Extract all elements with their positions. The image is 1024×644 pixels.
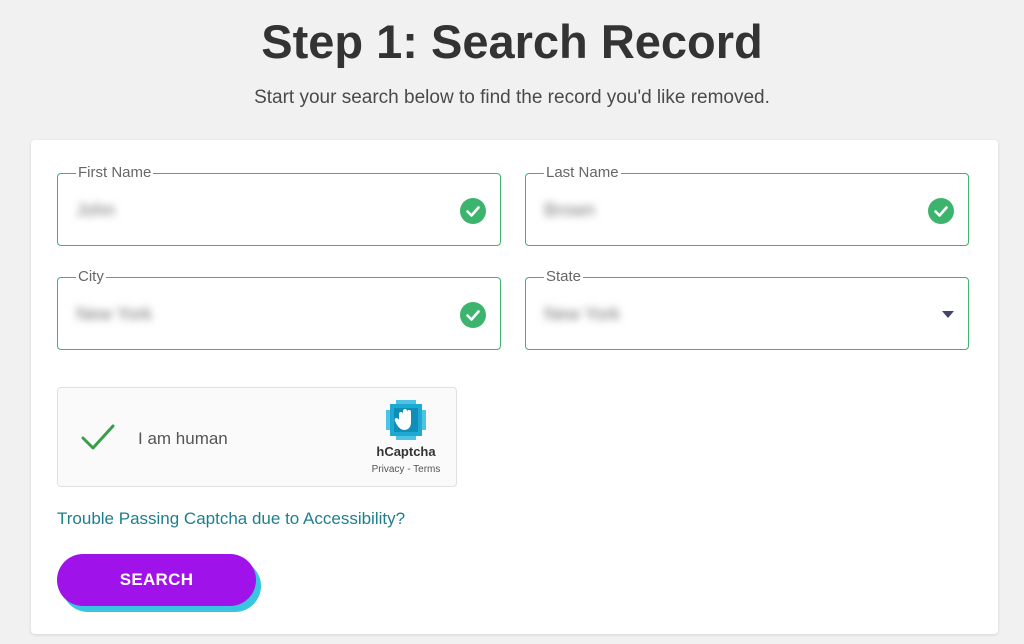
last-name-label: Last Name (544, 164, 621, 182)
check-circle-icon (928, 198, 954, 224)
checkmark-icon[interactable] (80, 422, 116, 457)
check-circle-icon (460, 198, 486, 224)
search-button[interactable]: SEARCH (57, 554, 256, 606)
city-label: City (76, 268, 106, 286)
caret-down-icon[interactable] (942, 311, 954, 318)
last-name-field[interactable]: Last Name Brown (525, 164, 969, 246)
city-value[interactable]: New York (76, 302, 152, 326)
first-name-field[interactable]: First Name John (57, 164, 501, 246)
state-select[interactable]: State New York (525, 268, 969, 350)
check-circle-icon (460, 302, 486, 328)
city-field[interactable]: City New York (57, 268, 501, 350)
state-value[interactable]: New York (544, 302, 620, 326)
page-subtitle: Start your search below to find the reco… (254, 87, 770, 108)
captcha-brand: hCaptcha (376, 444, 436, 459)
captcha-privacy-link[interactable]: Privacy (372, 464, 405, 475)
page-title: Step 1: Search Record (261, 15, 763, 68)
captcha-terms-link[interactable]: Terms (413, 464, 440, 475)
accessibility-help-link[interactable]: Trouble Passing Captcha due to Accessibi… (57, 508, 405, 530)
captcha-links: Privacy - Terms (358, 463, 454, 477)
search-form-card: First Name John Last Name Brown City New… (31, 140, 998, 634)
captcha-link-separator: - (404, 464, 414, 475)
last-name-value[interactable]: Brown (544, 198, 595, 222)
first-name-value[interactable]: John (76, 198, 115, 222)
captcha-label: I am human (138, 429, 228, 448)
hcaptcha-widget: I am human hCaptcha Privacy - Terms (57, 387, 457, 487)
state-label: State (544, 268, 584, 286)
page: Step 1: Search Record Start your search … (0, 0, 1024, 644)
hcaptcha-logo-icon (384, 398, 428, 442)
first-name-label: First Name (76, 164, 154, 182)
